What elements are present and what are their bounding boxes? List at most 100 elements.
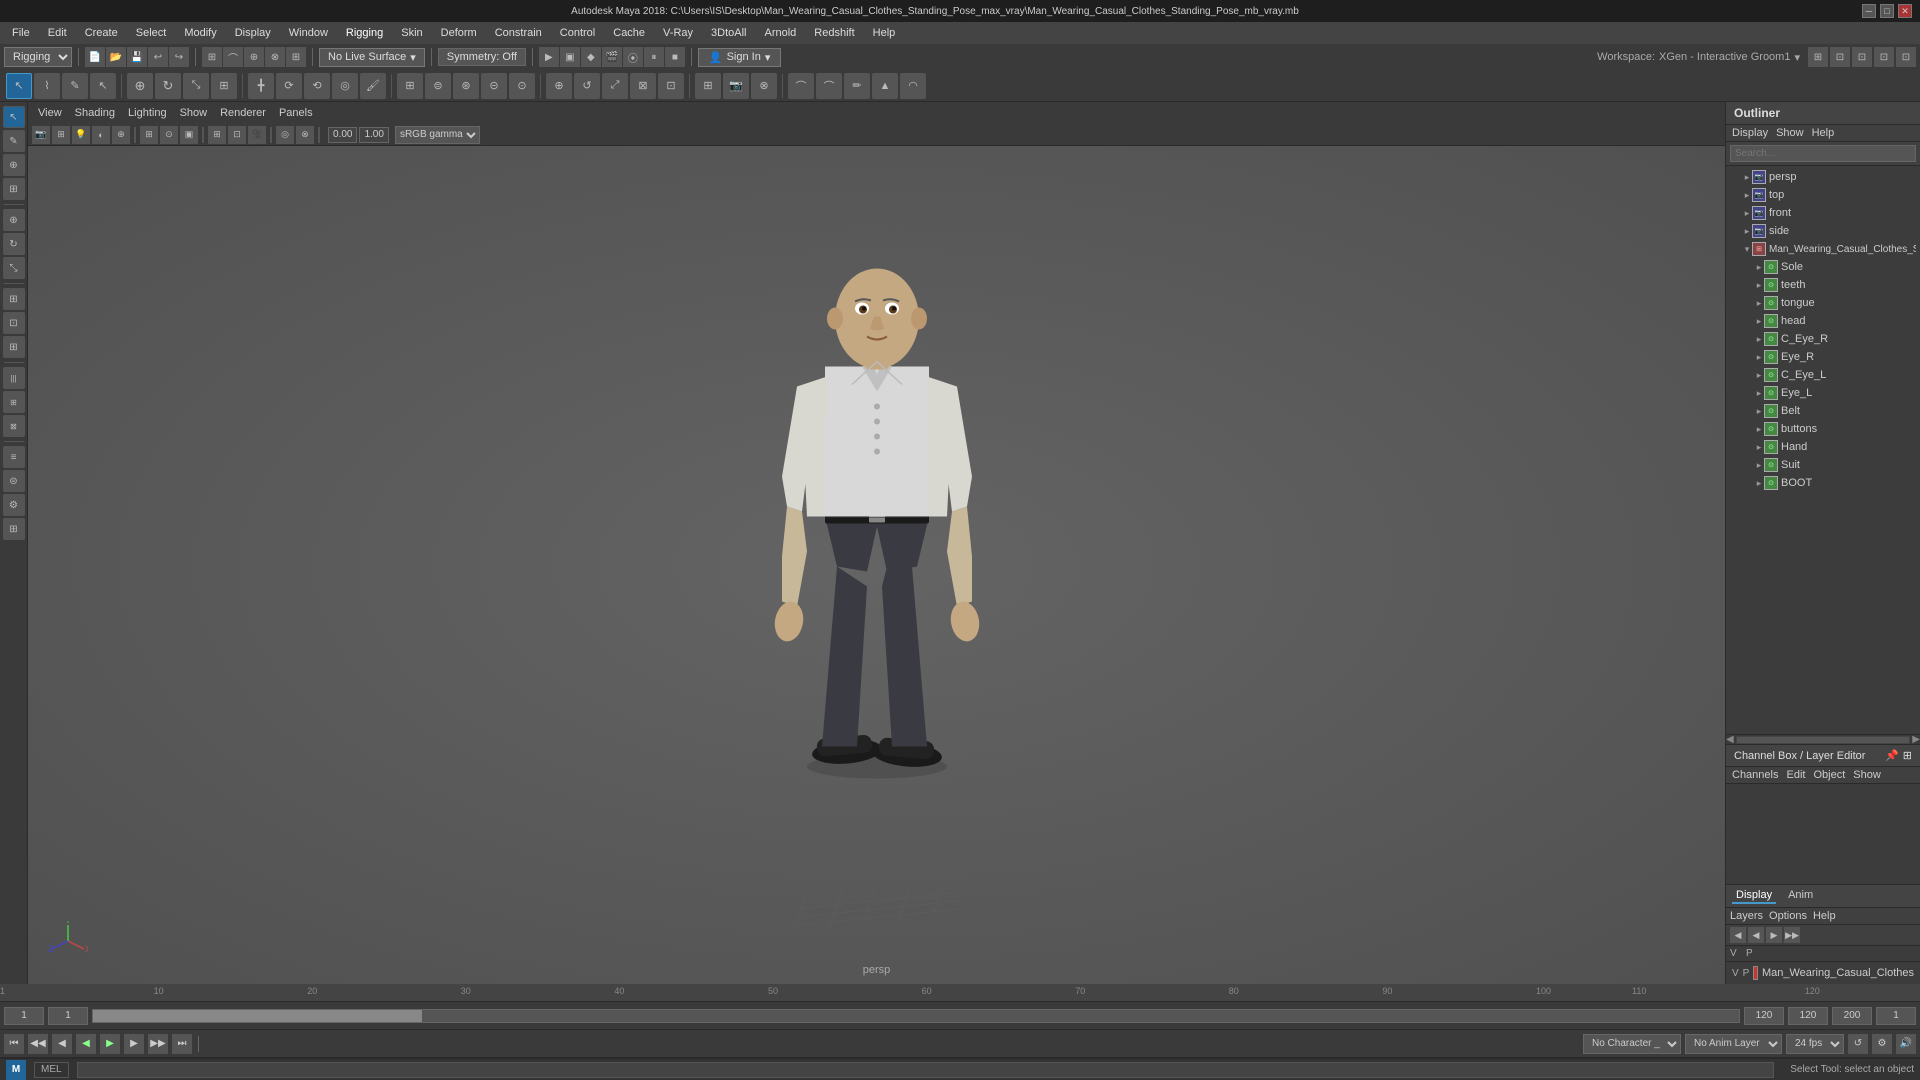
horiz-scrollbar-track[interactable] (1736, 736, 1911, 744)
workspace-arrow[interactable]: ▾ (1794, 51, 1800, 64)
vp-select-icon[interactable]: ◎ (276, 126, 294, 144)
tree-item-buttons[interactable]: ▸ ⊙ buttons (1726, 420, 1920, 438)
undo-icon[interactable]: ↩ (148, 47, 168, 67)
minimize-button[interactable]: ─ (1862, 4, 1876, 18)
symmetry-button[interactable]: Symmetry: Off (438, 48, 526, 66)
ipr-icon[interactable]: ⦿ (623, 47, 643, 67)
layer-delete-icon[interactable]: ▶▶ (1784, 927, 1800, 943)
channels-menu[interactable]: Channels (1732, 769, 1778, 781)
show-all-button[interactable]: ⊞ (3, 288, 25, 310)
vp-lighting-menu[interactable]: Lighting (122, 105, 173, 121)
stop-icon[interactable]: ■ (665, 47, 685, 67)
wrinkle-button[interactable]: ⊙ (509, 73, 535, 99)
snap-rotate-button[interactable]: ↺ (574, 73, 600, 99)
scale-lt-button[interactable]: ⤡ (3, 257, 25, 279)
outliner-scrollbar[interactable]: ◀ ▶ (1726, 734, 1920, 744)
snap-scale-button[interactable]: ⤢ (602, 73, 628, 99)
vp-hud-icon[interactable]: ⊡ (228, 126, 246, 144)
range-end-input-a[interactable] (1744, 1007, 1784, 1025)
tree-item-belt[interactable]: ▸ ⊙ Belt (1726, 402, 1920, 420)
ik-spline-button[interactable]: ⟲ (304, 73, 330, 99)
menu-display[interactable]: Display (227, 25, 279, 41)
tree-item-tongue[interactable]: ▸ ⊙ tongue (1726, 294, 1920, 312)
hide-button[interactable]: ⊡ (3, 312, 25, 334)
paint-skin-button[interactable]: 🖌 (360, 73, 386, 99)
tree-item-eye-r[interactable]: ▸ ⊙ Eye_R (1726, 348, 1920, 366)
channel-box-layout-icon[interactable]: ⊞ (1903, 749, 1912, 762)
timeline-ruler[interactable]: 1 10 20 30 40 50 60 70 80 90 100 110 120 (0, 984, 1920, 1002)
tree-item-front[interactable]: ▸ 📷 front (1726, 204, 1920, 222)
range-start-input[interactable] (48, 1007, 88, 1025)
restore-button[interactable]: □ (1880, 4, 1894, 18)
vp-smooth-icon[interactable]: ⊙ (160, 126, 178, 144)
snap-surface-icon[interactable]: ⊗ (265, 47, 285, 67)
go-to-start-button[interactable]: ⏮ (4, 1034, 24, 1054)
help-menu[interactable]: Help (1813, 910, 1836, 922)
menu-skin[interactable]: Skin (393, 25, 430, 41)
anim-tab[interactable]: Anim (1784, 888, 1817, 904)
play-back-button[interactable]: ◀ (76, 1034, 96, 1054)
no-anim-layer-select[interactable]: No Anim Layer (1685, 1034, 1782, 1054)
ep-curve-button[interactable]: ⌒ (816, 73, 842, 99)
hypershade-icon[interactable]: ◆ (581, 47, 601, 67)
render-view-icon[interactable]: 🎬 (602, 47, 622, 67)
next-frame-button[interactable]: ▶ (124, 1034, 144, 1054)
tree-item-head[interactable]: ▸ ⊙ head (1726, 312, 1920, 330)
vp-isolate-icon[interactable]: ⊗ (296, 126, 314, 144)
tree-item-suit[interactable]: ▸ ⊙ Suit (1726, 456, 1920, 474)
curve-tool-button[interactable]: ⌒ (788, 73, 814, 99)
menu-3dtoall[interactable]: 3DtoAll (703, 25, 754, 41)
arc-button[interactable]: ◠ (900, 73, 926, 99)
tree-item-c-eye-l[interactable]: ▸ ⊙ C_Eye_L (1726, 366, 1920, 384)
vp-grid-icon[interactable]: ⊞ (208, 126, 226, 144)
three-point-button[interactable]: ▲ (872, 73, 898, 99)
move-lt-button[interactable]: ⊕ (3, 209, 25, 231)
snap-grid-icon[interactable]: ⊞ (202, 47, 222, 67)
no-character-select[interactable]: No Character _ (1583, 1034, 1681, 1054)
snap-curve-icon[interactable]: ⌒ (223, 47, 243, 67)
tool-settings-lt-button[interactable]: ⚙ (3, 494, 25, 516)
tree-item-side[interactable]: ▸ 📷 side (1726, 222, 1920, 240)
current-frame-input[interactable] (4, 1007, 44, 1025)
transform-limit-button[interactable]: ⊠ (630, 73, 656, 99)
render-icon[interactable]: ▶ (539, 47, 559, 67)
vp-ao-icon[interactable]: ⊕ (112, 126, 130, 144)
close-button[interactable]: ✕ (1898, 4, 1912, 18)
tree-item-hand[interactable]: ▸ ⊙ Hand (1726, 438, 1920, 456)
play-forward-button[interactable]: ▶ (100, 1034, 120, 1054)
snap-mode-button[interactable]: ⊞ (3, 178, 25, 200)
layout2-button[interactable]: ⊠ (3, 415, 25, 437)
menu-arnold[interactable]: Arnold (756, 25, 804, 41)
save-scene-icon[interactable]: 💾 (127, 47, 147, 67)
pause-icon[interactable]: ⏸ (644, 47, 664, 67)
outliner-display-menu[interactable]: Display (1732, 127, 1768, 139)
vp-shadow-icon[interactable]: ◐ (92, 126, 110, 144)
menu-modify[interactable]: Modify (176, 25, 224, 41)
sculpt-mode-button[interactable]: ⊕ (3, 154, 25, 176)
vp-wireframe-icon[interactable]: ⊞ (140, 126, 158, 144)
outliner-show-menu[interactable]: Show (1776, 127, 1804, 139)
tree-item-persp[interactable]: ▸ 📷 persp (1726, 168, 1920, 186)
toolbar-icon-5[interactable]: ⊡ (1896, 47, 1916, 67)
soft-mod-button[interactable]: ⊛ (453, 73, 479, 99)
anim-settings-button[interactable]: ⚙ (1872, 1034, 1892, 1054)
display-tab[interactable]: Display (1732, 888, 1776, 904)
sign-in-button[interactable]: 👤 Sign In ▾ (698, 48, 781, 67)
object-menu[interactable]: Object (1813, 769, 1845, 781)
toolbar-icon-2[interactable]: ⊡ (1830, 47, 1850, 67)
wire-button[interactable]: ⊝ (481, 73, 507, 99)
snap-move-button[interactable]: ⊕ (546, 73, 572, 99)
vp-show-menu[interactable]: Show (174, 105, 214, 121)
tree-item-teeth[interactable]: ▸ ⊙ teeth (1726, 276, 1920, 294)
tree-item-top[interactable]: ▸ 📷 top (1726, 186, 1920, 204)
range-end-display-a[interactable] (1788, 1007, 1828, 1025)
outliner-help-menu[interactable]: Help (1812, 127, 1835, 139)
outliner-search-input[interactable] (1730, 145, 1916, 162)
layer-forward-icon[interactable]: ◀ (1748, 927, 1764, 943)
toolbar-icon-1[interactable]: ⊞ (1808, 47, 1828, 67)
tree-item-sole[interactable]: ▸ ⊙ Sole (1726, 258, 1920, 276)
soft-select-button[interactable]: ⊡ (658, 73, 684, 99)
move-tool-button[interactable]: ⊕ (127, 73, 153, 99)
tree-item-boot[interactable]: ▸ ⊙ BOOT (1726, 474, 1920, 492)
camera-tool-button[interactable]: 📷 (723, 73, 749, 99)
